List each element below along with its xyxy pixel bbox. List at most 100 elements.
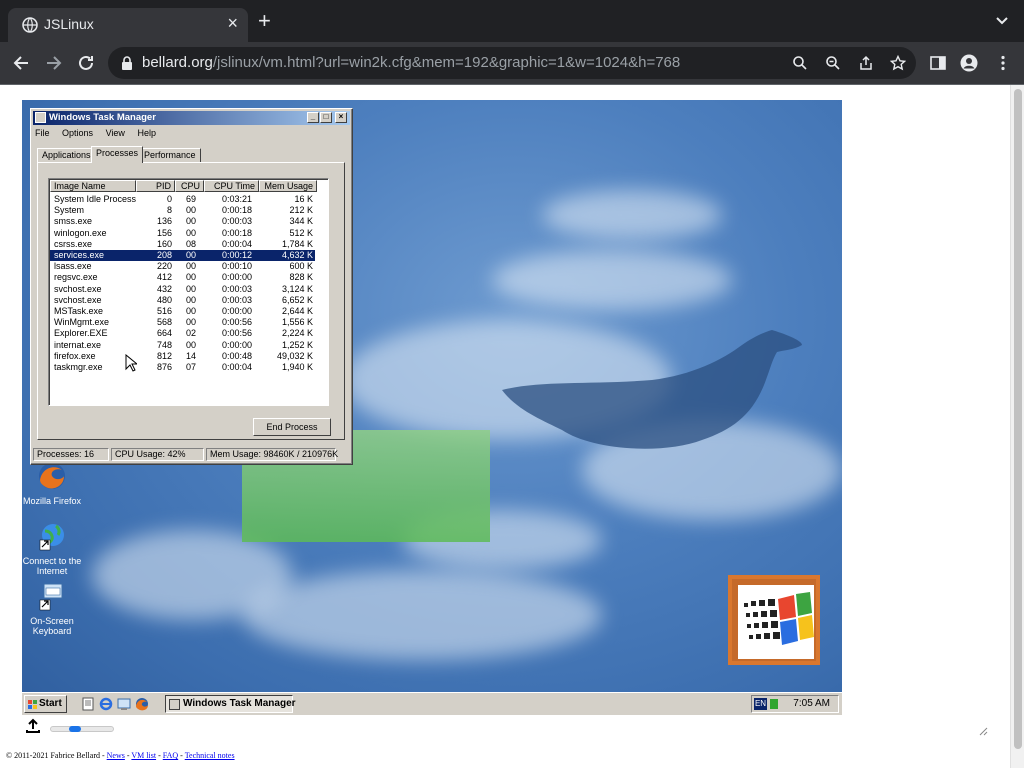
status-bar: Processes: 16 CPU Usage: 42% Mem Usage: … <box>33 448 350 462</box>
link-technical-notes[interactable]: Technical notes <box>185 751 235 760</box>
table-row[interactable]: svchost.exe 432 00 0:00:03 3,124 K <box>50 284 315 295</box>
share-icon[interactable] <box>858 55 874 71</box>
table-row[interactable]: WinMgmt.exe 568 00 0:00:56 1,556 K <box>50 317 315 328</box>
cell-pid: 664 <box>156 328 172 339</box>
menu-help[interactable]: Help <box>137 128 156 138</box>
cell-pid: 220 <box>156 261 172 272</box>
url-text[interactable]: bellard.org/jslinux/vm.html?url=win2k.cf… <box>142 54 680 71</box>
firefox-icon[interactable] <box>135 697 149 711</box>
window-title: Windows Task Manager <box>49 112 156 123</box>
cell-pid: 516 <box>156 306 172 316</box>
table-row[interactable]: Explorer.EXE 664 02 0:00:56 2,224 K <box>50 328 315 339</box>
page-scrollbar-thumb[interactable] <box>1014 89 1022 749</box>
cell-name: csrss.exe <box>54 238 93 249</box>
process-list[interactable]: Image Name PID CPU CPU Time Mem Usage Sy… <box>48 178 329 406</box>
tab-title: JSLinux <box>44 16 94 32</box>
address-bar[interactable]: bellard.org/jslinux/vm.html?url=win2k.cf… <box>108 47 916 79</box>
table-row[interactable]: csrss.exe 160 08 0:00:04 1,784 K <box>50 239 315 250</box>
desktop-icon-connect[interactable]: Connect to the Internet <box>22 520 82 576</box>
mouse-cursor-icon <box>125 354 137 372</box>
desktop-icon-keyboard[interactable]: On-Screen Keyboard <box>22 580 82 636</box>
link-vm-list[interactable]: VM list <box>131 751 156 760</box>
table-row[interactable]: regsvc.exe 412 00 0:00:00 828 K <box>50 272 315 283</box>
cell-time: 0:00:03 <box>221 294 252 305</box>
upload-progress-slider[interactable] <box>50 726 114 732</box>
taskbar-button-task-manager[interactable]: Windows Task Manager <box>165 695 296 713</box>
show-desktop-icon[interactable] <box>117 697 131 711</box>
forward-icon[interactable] <box>43 52 65 74</box>
reload-icon[interactable] <box>75 52 97 74</box>
cell-mem: 828 K <box>289 272 313 283</box>
back-icon[interactable] <box>10 52 32 74</box>
globe-internet-icon <box>39 524 64 551</box>
link-news[interactable]: News <box>107 751 125 760</box>
network-icon[interactable] <box>770 699 778 709</box>
table-row[interactable]: MSTask.exe 516 00 0:00:00 2,644 K <box>50 306 315 317</box>
more-icon[interactable] <box>994 54 1012 72</box>
minimize-icon[interactable]: _ <box>307 112 319 123</box>
start-button[interactable]: Start <box>24 695 67 713</box>
menu-options[interactable]: Options <box>62 128 93 138</box>
table-row[interactable]: svchost.exe 480 00 0:00:03 6,652 K <box>50 295 315 306</box>
system-tray: EN 7:05 AM <box>751 695 839 713</box>
table-row[interactable]: smss.exe 136 00 0:00:03 344 K <box>50 216 315 227</box>
lock-icon[interactable] <box>120 55 134 71</box>
end-process-button[interactable]: End Process <box>253 418 331 436</box>
maximize-icon[interactable]: □ <box>320 112 332 123</box>
zoom-out-icon[interactable] <box>825 55 841 71</box>
table-row[interactable]: services.exe 208 00 0:00:12 4,632 K <box>50 250 315 261</box>
cell-pid: 136 <box>156 216 172 227</box>
chevron-down-icon[interactable] <box>994 12 1010 28</box>
profile-icon[interactable] <box>960 54 978 72</box>
cell-pid: 208 <box>156 250 172 260</box>
cell-mem: 3,124 K <box>281 283 313 294</box>
vm-screen[interactable]: Mozilla Firefox Connect to the Internet … <box>22 100 842 715</box>
desktop-icon-firefox[interactable]: Mozilla Firefox <box>22 460 82 506</box>
cell-time: 0:00:56 <box>221 317 252 328</box>
tab-processes[interactable]: Processes <box>91 146 144 163</box>
table-row[interactable]: winlogon.exe 156 00 0:00:18 512 K <box>50 228 315 239</box>
cell-cpu: 00 <box>185 272 196 283</box>
table-row[interactable]: firefox.exe 812 14 0:00:48 49,032 K <box>50 351 315 362</box>
column-cpu[interactable]: CPU <box>175 180 204 192</box>
close-icon[interactable]: × <box>335 112 347 123</box>
tab-applications[interactable]: Applications <box>37 148 96 162</box>
menu-file[interactable]: File <box>35 128 50 138</box>
column-image-name[interactable]: Image Name <box>50 180 136 192</box>
cell-mem: 1,940 K <box>281 362 313 372</box>
cell-mem: 1,784 K <box>281 238 313 249</box>
clock[interactable]: 7:05 AM <box>793 696 830 712</box>
table-row[interactable]: internat.exe 748 00 0:00:00 1,252 K <box>50 340 315 351</box>
link-faq[interactable]: FAQ <box>163 751 178 760</box>
resize-grip-icon[interactable] <box>978 726 988 736</box>
language-indicator[interactable]: EN <box>754 698 767 710</box>
list-scrollbar-track[interactable] <box>316 192 328 405</box>
sidepanel-icon[interactable] <box>929 54 947 72</box>
column-cpu-time[interactable]: CPU Time <box>204 180 259 192</box>
menu-view[interactable]: View <box>106 128 125 138</box>
cell-mem: 4,632 K <box>281 250 313 260</box>
upload-icon[interactable] <box>25 718 41 734</box>
sky-cloud <box>542 190 722 240</box>
star-icon[interactable] <box>890 55 906 71</box>
status-processes: Processes: 16 <box>33 448 109 461</box>
column-pid[interactable]: PID <box>136 180 175 192</box>
column-mem-usage[interactable]: Mem Usage <box>259 180 317 192</box>
tab-performance[interactable]: Performance <box>139 148 201 162</box>
table-row[interactable]: lsass.exe 220 00 0:00:10 600 K <box>50 261 315 272</box>
task-manager-titlebar[interactable]: Windows Task Manager _ □ × <box>33 111 350 125</box>
cell-cpu: 00 <box>185 306 196 316</box>
table-row[interactable]: System Idle Process 0 69 0:03:21 16 K <box>50 194 315 205</box>
browser-tab[interactable]: JSLinux × <box>8 8 248 42</box>
table-row[interactable]: System 8 00 0:00:18 212 K <box>50 205 315 216</box>
close-icon[interactable]: × <box>227 13 238 34</box>
plus-icon[interactable]: + <box>258 10 271 32</box>
slider-knob[interactable] <box>69 726 81 732</box>
notepad-icon[interactable] <box>81 697 95 711</box>
internet-explorer-icon[interactable] <box>99 697 113 711</box>
task-manager-window[interactable]: Windows Task Manager _ □ × File Options … <box>30 108 353 465</box>
table-row[interactable]: taskmgr.exe 876 07 0:00:04 1,940 K <box>50 362 315 373</box>
cell-cpu: 00 <box>185 317 196 328</box>
page-scrollbar[interactable] <box>1010 85 1024 768</box>
search-icon[interactable] <box>792 55 808 71</box>
